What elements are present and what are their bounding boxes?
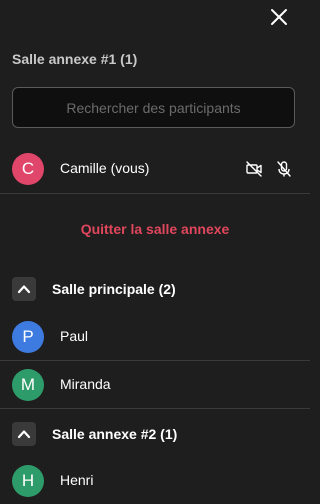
divider bbox=[0, 408, 310, 409]
avatar: P bbox=[12, 321, 44, 353]
participant-row: H Henri bbox=[0, 457, 310, 504]
chevron-up-icon bbox=[17, 430, 31, 439]
avatar: C bbox=[12, 153, 44, 185]
collapse-toggle[interactable] bbox=[12, 422, 36, 446]
group-label: Salle annexe #2 (1) bbox=[52, 426, 178, 442]
participant-row-current-user: C Camille (vous) bbox=[0, 145, 310, 193]
breakout-room-panel: Salle annexe #1 (1) C Camille (vous) Qui… bbox=[0, 0, 310, 504]
participant-name: Miranda bbox=[60, 376, 111, 392]
room-title: Salle annexe #1 (1) bbox=[12, 51, 138, 67]
avatar: H bbox=[12, 465, 44, 497]
participant-name: Henri bbox=[60, 472, 94, 488]
participant-name: Camille (vous) bbox=[60, 160, 150, 176]
participant-name: Paul bbox=[60, 328, 89, 344]
group-label: Salle principale (2) bbox=[52, 281, 176, 297]
participant-search-input[interactable] bbox=[12, 87, 295, 128]
participant-row: M Miranda bbox=[0, 361, 310, 409]
group-header-main-room[interactable]: Salle principale (2) bbox=[0, 275, 310, 303]
divider bbox=[0, 193, 310, 194]
participant-row: P Paul bbox=[0, 313, 310, 361]
collapse-toggle[interactable] bbox=[12, 277, 36, 301]
mic-off-icon bbox=[277, 161, 291, 177]
camera-off-icon bbox=[246, 161, 262, 177]
chevron-up-icon bbox=[17, 285, 31, 294]
leave-breakout-room-button[interactable]: Quitter la salle annexe bbox=[0, 221, 310, 237]
avatar: M bbox=[12, 369, 44, 401]
group-header-breakout-room-2[interactable]: Salle annexe #2 (1) bbox=[0, 420, 310, 448]
close-icon bbox=[271, 9, 287, 25]
close-button[interactable] bbox=[267, 8, 291, 26]
